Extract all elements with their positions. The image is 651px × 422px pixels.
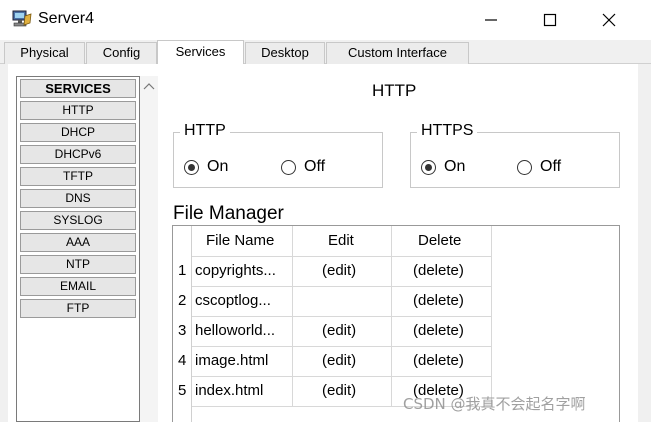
scroll-up-icon[interactable] (140, 78, 158, 94)
services-list: SERVICES HTTP DHCP DHCPv6 TFTP DNS SYSLO… (16, 76, 140, 422)
tab-physical[interactable]: Physical (4, 42, 85, 64)
edit-link[interactable]: (edit) (322, 382, 356, 399)
radio-unchecked-icon (281, 159, 296, 175)
services-header: SERVICES (20, 79, 136, 98)
service-item-ntp[interactable]: NTP (20, 255, 136, 274)
https-group-label: HTTPS (417, 122, 478, 140)
radio-checked-icon (184, 159, 199, 175)
radio-checked-icon (421, 159, 436, 175)
column-header-edit: Edit (328, 232, 354, 249)
maximize-icon[interactable] (538, 8, 562, 32)
service-item-ftp[interactable]: FTP (20, 299, 136, 318)
http-group: HTTP On Off (173, 122, 383, 188)
row-index: 3 (178, 322, 187, 339)
edit-link[interactable]: (edit) (322, 352, 356, 369)
row-index: 1 (178, 262, 187, 279)
close-icon[interactable] (597, 8, 621, 32)
row-index: 2 (178, 292, 187, 309)
delete-link[interactable]: (delete) (413, 352, 464, 369)
title-bar: Server4 (0, 0, 651, 40)
row-index: 5 (178, 382, 187, 399)
edit-link[interactable]: (edit) (322, 322, 356, 339)
service-item-dhcp[interactable]: DHCP (20, 123, 136, 142)
radio-unchecked-icon (517, 159, 532, 175)
minimize-icon[interactable] (479, 8, 503, 32)
tab-bar: Physical Config Services Desktop Custom … (0, 40, 651, 65)
file-manager-title: File Manager (173, 203, 284, 224)
http-off-radio[interactable]: Off (281, 158, 325, 176)
service-item-dns[interactable]: DNS (20, 189, 136, 208)
server-app-icon (10, 9, 32, 29)
delete-link[interactable]: (delete) (413, 322, 464, 339)
service-item-syslog[interactable]: SYSLOG (20, 211, 136, 230)
tab-custom-interface[interactable]: Custom Interface (326, 42, 469, 64)
https-on-label: On (444, 158, 466, 175)
column-header-file-name: File Name (206, 232, 275, 249)
edit-link[interactable]: (edit) (322, 262, 356, 279)
http-off-label: Off (304, 158, 326, 175)
service-item-dhcpv6[interactable]: DHCPv6 (20, 145, 136, 164)
tab-services[interactable]: Services (157, 40, 244, 65)
file-name-cell: index.html (195, 382, 264, 399)
file-name-cell: helloworld... (195, 322, 276, 339)
https-on-radio[interactable]: On (421, 158, 465, 176)
delete-link[interactable]: (delete) (413, 292, 464, 309)
file-name-cell: copyrights... (195, 262, 276, 279)
row-index: 4 (178, 352, 187, 369)
service-item-tftp[interactable]: TFTP (20, 167, 136, 186)
http-group-label: HTTP (180, 122, 230, 140)
frame-edge-right (638, 64, 651, 422)
column-header-delete: Delete (418, 232, 462, 249)
file-name-cell: cscoptlog... (195, 292, 271, 309)
http-on-radio[interactable]: On (184, 158, 228, 176)
frame-edge-left (0, 64, 8, 422)
tab-config[interactable]: Config (86, 42, 157, 64)
page-title: HTTP (372, 81, 417, 100)
tab-desktop[interactable]: Desktop (245, 42, 325, 64)
service-item-http[interactable]: HTTP (20, 101, 136, 120)
service-item-aaa[interactable]: AAA (20, 233, 136, 252)
window-title: Server4 (38, 10, 95, 27)
services-content: SERVICES HTTP DHCP DHCPv6 TFTP DNS SYSLO… (0, 64, 651, 422)
file-name-cell: image.html (195, 352, 269, 369)
https-off-label: Off (540, 158, 562, 175)
https-group: HTTPS On Off (410, 122, 620, 188)
https-off-radio[interactable]: Off (517, 158, 561, 176)
services-scrollbar[interactable] (140, 76, 158, 422)
service-item-email[interactable]: EMAIL (20, 277, 136, 296)
http-on-label: On (207, 158, 229, 175)
watermark-text: CSDN @我真不会起名字啊 (403, 395, 586, 413)
delete-link[interactable]: (delete) (413, 262, 464, 279)
